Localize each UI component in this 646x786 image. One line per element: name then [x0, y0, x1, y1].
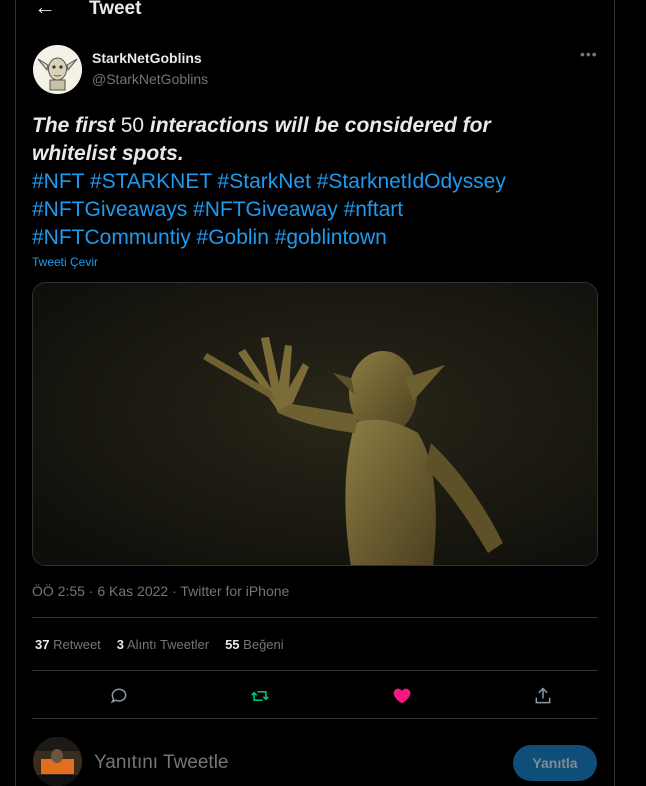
retweet-icon[interactable] [247, 683, 273, 709]
user-avatar[interactable] [33, 737, 82, 786]
text-part: The first [32, 114, 115, 137]
tweet-column: ← Tweet StarkNetGoblins @StarkNetGoblins… [15, 0, 615, 786]
page-title: Tweet [89, 0, 142, 19]
hashtags-line[interactable]: #NFTGiveaways #NFTGiveaway #nftart [32, 196, 602, 224]
reply-input[interactable]: Yanıtını Tweetle [94, 752, 229, 774]
tweet-actions [32, 683, 598, 709]
more-horizontal-icon[interactable]: ••• [580, 46, 598, 62]
author-name[interactable]: StarkNetGoblins [92, 50, 202, 66]
divider [32, 670, 598, 671]
reply-button[interactable]: Yanıtla [513, 745, 597, 781]
likes-stat[interactable]: 55 Beğeni [225, 637, 284, 652]
hashtags-line[interactable]: #NFTCommuntiy #Goblin #goblintown [32, 224, 602, 252]
tweet-timestamp[interactable]: ÖÖ 2:55 · 6 Kas 2022 · Twitter for iPhon… [32, 583, 289, 599]
quotes-count: 3 [116, 637, 125, 652]
divider [32, 718, 598, 719]
tweet-text: The first 50 interactions will be consid… [32, 112, 602, 252]
divider [32, 617, 598, 618]
hashtags-line[interactable]: #NFT #STARKNET #StarkNet #StarknetIdOdys… [32, 168, 602, 196]
tweet-text-line1: The first 50 interactions will be consid… [32, 112, 602, 140]
likes-label: Beğeni [243, 637, 284, 652]
text-number: 50 [120, 114, 145, 137]
likes-count: 55 [225, 637, 240, 652]
header: ← Tweet [16, 0, 614, 22]
retweets-label: Retweet [53, 637, 101, 652]
retweets-stat[interactable]: 37 Retweet [35, 637, 101, 652]
translate-tweet-link[interactable]: Tweeti Çevir [32, 255, 98, 269]
retweets-count: 37 [35, 637, 50, 652]
tweet-stats: 37 Retweet 3 Alıntı Tweetler 55 Beğeni [35, 637, 284, 652]
text-part: whitelist spots. [32, 142, 184, 165]
tweet-text-line2: whitelist spots. [32, 140, 602, 168]
reply-icon[interactable] [106, 683, 132, 709]
like-icon[interactable] [389, 683, 415, 709]
quotes-label: Alıntı Tweetler [126, 637, 210, 652]
text-part: interactions will be considered for [149, 114, 491, 137]
share-icon[interactable] [530, 683, 556, 709]
author-handle[interactable]: @StarkNetGoblins [92, 71, 208, 87]
quotes-stat[interactable]: 3 Alıntı Tweetler [117, 637, 209, 652]
back-arrow-icon[interactable]: ← [34, 0, 56, 20]
tweet-image[interactable] [32, 282, 598, 566]
author-avatar[interactable] [33, 45, 82, 94]
